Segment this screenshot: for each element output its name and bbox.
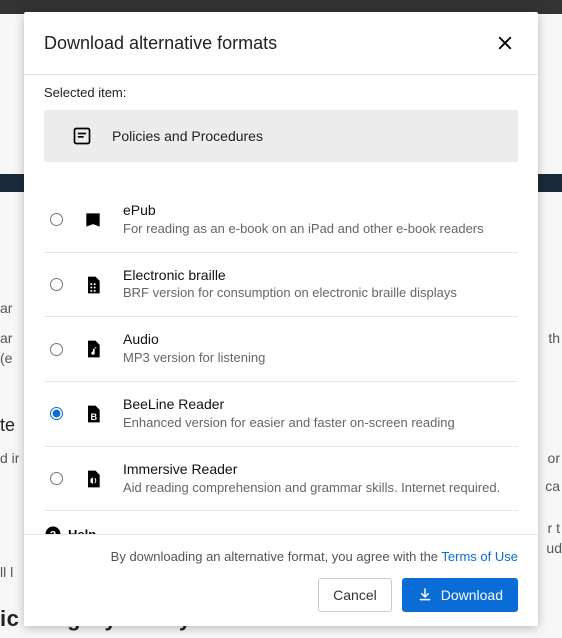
format-radio-epub[interactable] <box>50 213 63 226</box>
download-formats-dialog: Download alternative formats Selected it… <box>24 12 538 626</box>
terms-link[interactable]: Terms of Use <box>441 549 518 564</box>
bg-frag-rt: r t <box>548 520 560 536</box>
help-label: Help <box>68 527 96 534</box>
cancel-button[interactable]: Cancel <box>318 578 392 612</box>
bg-frag-e: (e <box>0 350 12 366</box>
svg-text:B: B <box>91 412 98 422</box>
format-radio-immersive[interactable] <box>50 472 63 485</box>
format-title: BeeLine Reader <box>123 396 455 413</box>
bg-frag-ca: ca <box>545 478 560 494</box>
bg-frag-dir: d ir <box>0 450 19 466</box>
footer-buttons: Cancel Download <box>318 578 518 612</box>
format-option-immersive[interactable]: Immersive Reader Aid reading comprehensi… <box>44 447 518 512</box>
download-icon <box>417 587 433 603</box>
format-option-epub[interactable]: ePub For reading as an e-book on an iPad… <box>44 188 518 253</box>
format-desc: Enhanced version for easier and faster o… <box>123 415 455 432</box>
download-button[interactable]: Download <box>402 578 518 612</box>
selected-item-name: Policies and Procedures <box>112 128 263 144</box>
epub-icon <box>83 207 103 233</box>
agreement-prefix: By downloading an alternative format, yo… <box>111 549 442 564</box>
dialog-header: Download alternative formats <box>24 12 538 74</box>
format-option-audio[interactable]: Audio MP3 version for listening <box>44 317 518 382</box>
format-text: BeeLine Reader Enhanced version for easi… <box>123 396 455 432</box>
format-title: Audio <box>123 331 265 348</box>
dialog-footer: By downloading an alternative format, yo… <box>24 534 538 626</box>
immersive-icon <box>83 466 103 492</box>
bg-frag-th: th <box>548 330 560 346</box>
format-text: Immersive Reader Aid reading comprehensi… <box>123 461 500 497</box>
format-options-list: ePub For reading as an e-book on an iPad… <box>44 188 518 511</box>
dialog-body: Selected item: Policies and Procedures e… <box>24 75 538 534</box>
format-desc: Aid reading comprehension and grammar sk… <box>123 480 500 497</box>
selected-item-box: Policies and Procedures <box>44 110 518 162</box>
bg-frag-or: or <box>548 450 560 466</box>
format-option-beeline[interactable]: B BeeLine Reader Enhanced version for ea… <box>44 382 518 447</box>
bg-frag-ll: ll l <box>0 564 13 580</box>
download-button-label: Download <box>441 587 503 603</box>
format-title: ePub <box>123 202 484 219</box>
format-desc: BRF version for consumption on electroni… <box>123 285 457 302</box>
help-link[interactable]: ? Help <box>44 525 96 534</box>
format-desc: MP3 version for listening <box>123 350 265 367</box>
close-icon <box>496 34 514 52</box>
format-title: Immersive Reader <box>123 461 500 478</box>
help-icon: ? <box>44 525 62 534</box>
selected-item-label: Selected item: <box>44 85 518 100</box>
audio-icon <box>83 336 103 362</box>
format-radio-audio[interactable] <box>50 343 63 356</box>
close-button[interactable] <box>492 30 518 56</box>
bg-frag-ar2: ar <box>0 330 12 346</box>
beeline-icon: B <box>83 401 103 427</box>
agreement-text: By downloading an alternative format, yo… <box>44 549 518 564</box>
format-title: Electronic braille <box>123 267 457 284</box>
format-radio-braille[interactable] <box>50 278 63 291</box>
format-option-braille[interactable]: Electronic braille BRF version for consu… <box>44 253 518 318</box>
bg-frag-te: te <box>0 415 15 436</box>
format-radio-beeline[interactable] <box>50 407 63 420</box>
format-text: Audio MP3 version for listening <box>123 331 265 367</box>
braille-icon <box>83 272 103 298</box>
bg-frag-ar: ar <box>0 300 12 316</box>
format-text: ePub For reading as an e-book on an iPad… <box>123 202 484 238</box>
format-desc: For reading as an e-book on an iPad and … <box>123 221 484 238</box>
document-icon <box>72 126 92 146</box>
bg-frag-ud: ud <box>546 540 562 556</box>
dialog-title: Download alternative formats <box>44 33 277 54</box>
format-text: Electronic braille BRF version for consu… <box>123 267 457 303</box>
